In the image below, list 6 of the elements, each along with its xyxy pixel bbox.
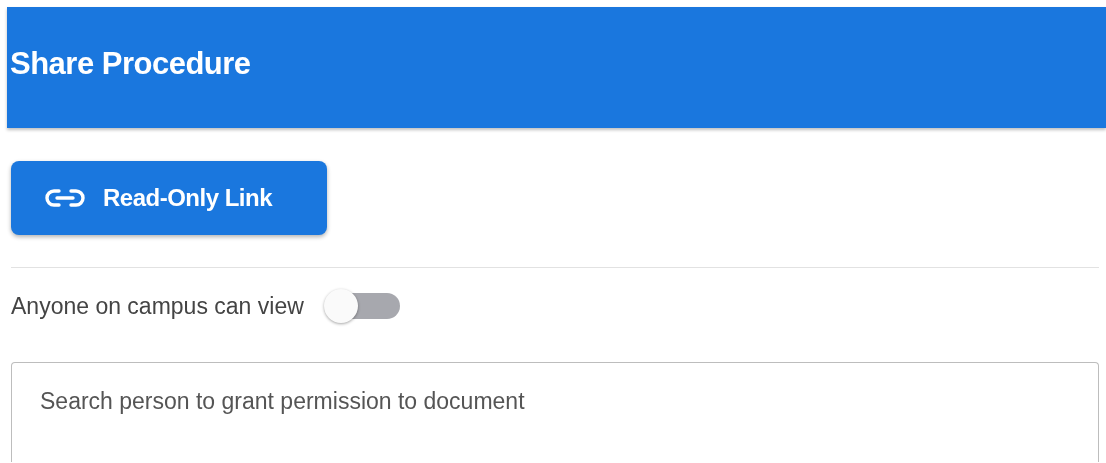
read-only-link-button[interactable]: Read-Only Link [11,161,327,235]
dialog-title: Share Procedure [10,45,251,82]
toggle-switch[interactable] [323,288,400,324]
link-icon [45,188,85,208]
toggle-label: Anyone on campus can view [11,292,304,320]
search-field[interactable]: Search person to grant permission to document [11,362,1099,462]
